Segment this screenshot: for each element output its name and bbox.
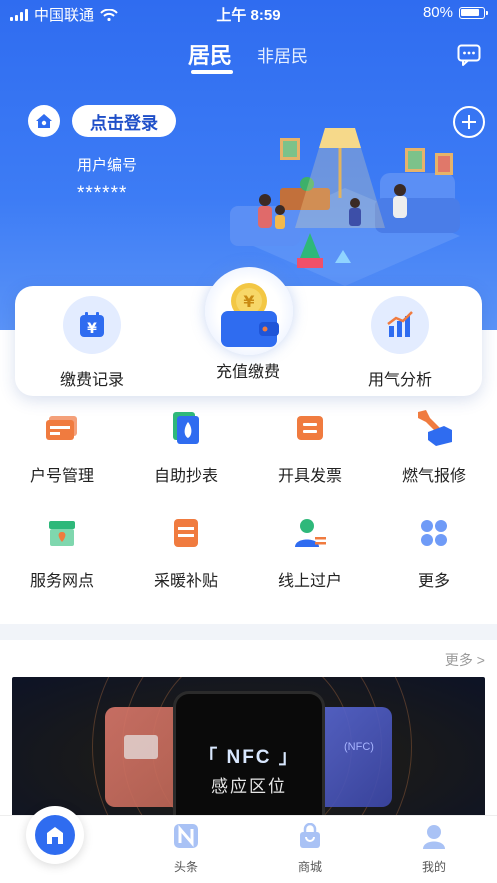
more-grid-icon <box>414 513 454 553</box>
battery-percent: 80% <box>422 4 453 21</box>
user-transfer-icon <box>290 513 330 553</box>
payment-records-label: 缴费记录 <box>59 372 124 389</box>
service-item[interactable]: 采暖补贴 <box>124 513 248 591</box>
profile-icon <box>423 825 445 849</box>
service-label: 开具发票 <box>277 468 342 485</box>
phone-graphic: 「 NFC 」 感应区位 <box>173 691 325 817</box>
tab-mine[interactable]: 我的 <box>404 823 464 875</box>
tab-resident[interactable]: 居民 <box>188 38 232 70</box>
service-label: 燃气报修 <box>401 468 466 485</box>
service-item[interactable]: 更多 <box>372 513 496 591</box>
more-link[interactable]: 更多 > <box>445 650 485 670</box>
tab-shop[interactable]: 商城 <box>280 822 340 875</box>
svg-text:¥: ¥ <box>243 292 254 311</box>
invoice-icon <box>290 408 330 448</box>
calendar-yen-icon: ¥ <box>63 296 121 354</box>
meter-flame-icon <box>166 408 206 448</box>
tab-non-resident[interactable]: 非居民 <box>257 42 308 67</box>
bar-chart-icon <box>371 296 429 354</box>
service-label: 服务网点 <box>29 573 94 590</box>
service-item[interactable]: 服务网点 <box>0 513 124 591</box>
svg-text:¥: ¥ <box>87 321 97 337</box>
resident-tabs: 居民 非居民 <box>0 38 497 78</box>
battery-icon <box>459 6 488 19</box>
nfc-title: 「 NFC 」 <box>198 747 300 768</box>
nfc-card-label: (NFC) <box>344 741 374 753</box>
shop-bag-icon <box>300 822 320 848</box>
service-item[interactable]: 自助抄表 <box>124 408 248 486</box>
payment-records-button[interactable]: ¥ 缴费记录 <box>32 296 152 390</box>
gas-analysis-label: 用气分析 <box>367 372 432 389</box>
heating-subsidy-icon <box>166 513 206 553</box>
nfc-banner[interactable]: (NFC) 「 NFC 」 感应区位 <box>12 677 485 817</box>
tab-home[interactable] <box>26 806 84 864</box>
tab-mine-label: 我的 <box>421 860 446 874</box>
section-divider <box>0 624 497 640</box>
home-icon <box>35 815 75 855</box>
tab-news[interactable]: 头条 <box>156 823 216 875</box>
tab-underline <box>191 70 233 74</box>
recharge-label: 充值缴费 <box>215 364 280 381</box>
service-label: 线上过户 <box>277 573 342 590</box>
service-label: 更多 <box>417 573 450 590</box>
service-item[interactable]: 线上过户 <box>248 513 372 591</box>
nfc-subtitle: 感应区位 <box>211 777 287 796</box>
recharge-button[interactable]: ¥ <box>205 267 293 355</box>
gas-analysis-button[interactable]: 用气分析 <box>340 296 460 390</box>
id-card-icon <box>42 408 82 448</box>
house-badge-icon <box>28 105 60 137</box>
wrench-hand-icon <box>414 408 454 448</box>
tab-shop-label: 商城 <box>297 860 322 874</box>
status-bar: 中国联通 上午 8:59 80% <box>0 0 497 26</box>
service-label: 自助抄表 <box>153 468 218 485</box>
news-icon <box>174 824 198 848</box>
service-item[interactable]: 户号管理 <box>0 408 124 486</box>
service-item[interactable]: 开具发票 <box>248 408 372 486</box>
user-id-value: ****** <box>77 183 128 204</box>
wallet-coin-icon: ¥ <box>221 283 279 347</box>
user-id-label: 用户编号 <box>77 157 138 174</box>
message-icon[interactable] <box>457 44 481 66</box>
living-room-illustration <box>230 128 460 286</box>
service-label: 采暖补贴 <box>153 573 218 590</box>
service-label: 户号管理 <box>29 468 94 485</box>
tab-news-label: 头条 <box>173 860 198 874</box>
login-button[interactable]: 点击登录 <box>72 105 176 137</box>
chip-graphic <box>124 735 158 759</box>
service-item[interactable]: 燃气报修 <box>372 408 496 486</box>
store-location-icon <box>42 513 82 553</box>
